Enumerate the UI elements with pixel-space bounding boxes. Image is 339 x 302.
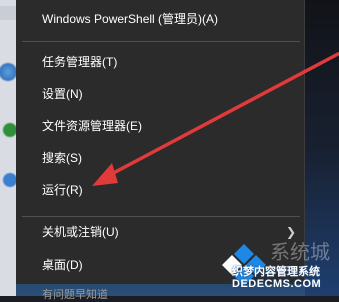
watermark-brand: 系统城 <box>270 242 330 264</box>
watermark-text: 织梦内容管理系统 <box>232 266 320 278</box>
watermark-url: DEDECMS.COM <box>232 278 322 290</box>
